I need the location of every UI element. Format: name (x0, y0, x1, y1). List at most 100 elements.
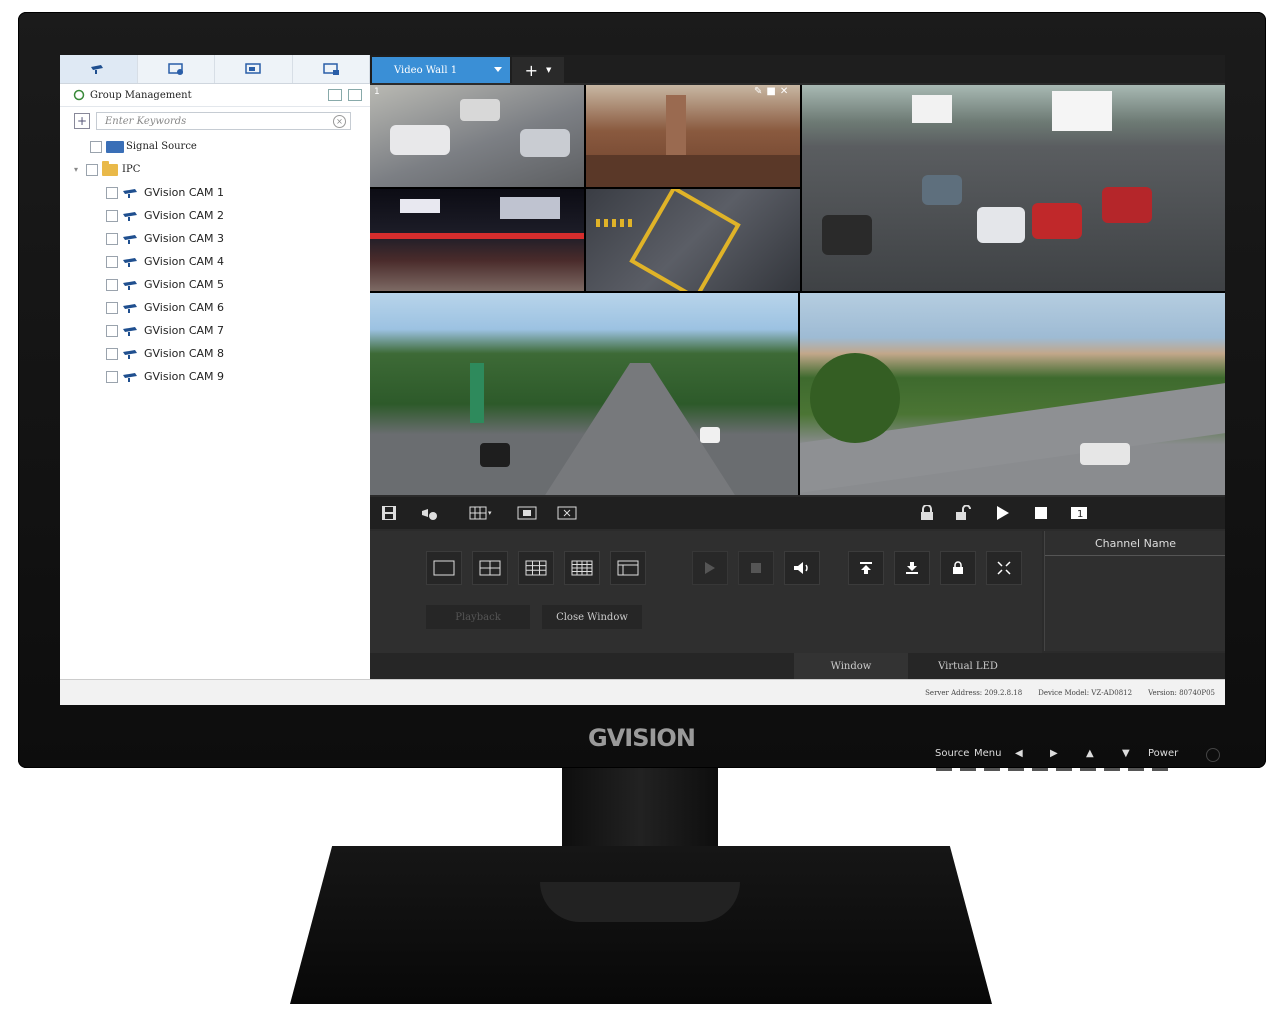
tree-item-camera[interactable]: GVision CAM 3 (60, 227, 370, 250)
power-button[interactable]: Power (1148, 748, 1178, 759)
video-grid[interactable]: 1 ✎ ■ ✕ (370, 85, 1225, 495)
tab-display[interactable] (293, 55, 370, 83)
hw-key (1008, 768, 1024, 771)
checkbox[interactable] (106, 324, 118, 337)
folder-icon (102, 160, 119, 176)
tree-item-camera[interactable]: GVision CAM 2 (60, 204, 370, 227)
layout-3x3-button[interactable] (518, 551, 554, 585)
checkbox[interactable] (106, 347, 118, 360)
tab-camera[interactable] (60, 55, 138, 83)
search-input[interactable]: Enter Keywords × (96, 112, 351, 130)
fit-window-button[interactable] (516, 503, 538, 523)
play-icon (705, 562, 715, 574)
checkbox[interactable] (86, 163, 99, 176)
camera-icon (123, 280, 137, 290)
download-icon (906, 562, 918, 574)
export-icon[interactable] (348, 89, 362, 101)
up-button[interactable]: ▲ (1086, 748, 1094, 759)
tab-video-wall-1[interactable]: Video Wall 1 (372, 57, 510, 83)
camera-icon (123, 234, 137, 244)
video-tile-parking-lot[interactable] (802, 85, 1225, 291)
search-placeholder: Enter Keywords (105, 115, 187, 127)
tree-item-camera[interactable]: GVision CAM 4 (60, 250, 370, 273)
tab-virtual-led[interactable]: Virtual LED (910, 653, 1026, 679)
camera-icon (123, 372, 137, 382)
video-tile-night-road[interactable] (370, 189, 584, 291)
tree-item-camera[interactable]: GVision CAM 5 (60, 273, 370, 296)
close-icon[interactable]: ✕ (780, 86, 788, 97)
clear-window-button[interactable] (556, 503, 578, 523)
tree-item-camera[interactable]: GVision CAM 6 (60, 296, 370, 319)
left-button[interactable]: ◀ (1015, 748, 1023, 759)
tile-controls: ✎ ■ ✕ (754, 86, 788, 97)
checkbox[interactable] (106, 301, 118, 314)
tree-item-ipc[interactable]: ▾ IPC (60, 158, 370, 181)
layout-1x1-button[interactable] (426, 551, 462, 585)
down-button[interactable]: ▼ (1122, 748, 1130, 759)
close-window-icon (557, 506, 577, 520)
move-top-button[interactable] (848, 551, 884, 585)
video-tile-office-road[interactable] (800, 293, 1225, 495)
checkbox[interactable] (106, 278, 118, 291)
unlock-button[interactable] (952, 503, 974, 523)
monitor-base-joint (540, 882, 740, 922)
tree-item-camera[interactable]: GVision CAM 1 (60, 181, 370, 204)
tree-item-camera[interactable]: GVision CAM 9 (60, 365, 370, 388)
camera-label: GVision CAM 8 (144, 347, 225, 360)
checkbox[interactable] (106, 255, 118, 268)
add-group-button[interactable]: + (74, 113, 90, 129)
playback-button[interactable]: Playback (426, 605, 530, 629)
edit-icon[interactable]: ✎ (754, 86, 762, 97)
source-button[interactable]: Source (935, 748, 969, 759)
tab-monitor[interactable] (138, 55, 215, 83)
chevron-down-icon[interactable] (494, 67, 502, 72)
layout-2x2-button[interactable] (472, 551, 508, 585)
clear-search-icon[interactable]: × (333, 115, 346, 128)
right-button[interactable]: ▶ (1050, 748, 1058, 759)
checkbox[interactable] (90, 140, 102, 153)
checkbox[interactable] (106, 232, 118, 245)
layout-custom-button[interactable] (610, 551, 646, 585)
tab-screen[interactable] (215, 55, 293, 83)
screen-icon (245, 63, 261, 74)
collapse-arrow-icon[interactable]: ▾ (74, 165, 78, 174)
close-window-button[interactable]: Close Window (542, 605, 642, 629)
settings-button[interactable] (418, 503, 440, 523)
video-tile-highway[interactable] (370, 293, 798, 495)
channel-name-header: Channel Name (1045, 531, 1225, 556)
video-tile-parking-garage[interactable] (370, 85, 584, 187)
lock-icon[interactable]: ■ (766, 86, 775, 97)
play-button[interactable] (992, 503, 1014, 523)
tree-item-signal-source[interactable]: Signal Source (60, 135, 370, 158)
layout-dropdown-button[interactable]: ▾ (466, 503, 496, 523)
volume-button[interactable] (784, 551, 820, 585)
play-disabled-button[interactable] (692, 551, 728, 585)
stop-button[interactable] (1030, 503, 1052, 523)
tree-item-camera[interactable]: GVision CAM 8 (60, 342, 370, 365)
tab-window[interactable]: Window (794, 653, 908, 679)
svg-text:1: 1 (1077, 509, 1083, 520)
import-icon[interactable] (328, 89, 342, 101)
checkbox[interactable] (106, 209, 118, 222)
lock-button[interactable] (916, 503, 938, 523)
left-tabs (60, 55, 370, 84)
group-management-header: Group Management (60, 84, 370, 107)
lock-window-button[interactable] (940, 551, 976, 585)
add-wall-button[interactable]: + ▼ (512, 57, 564, 83)
tree-item-camera[interactable]: GVision CAM 7 (60, 319, 370, 342)
single-view-icon: 1 (1071, 507, 1087, 520)
menu-button[interactable]: Menu (974, 748, 1001, 759)
refresh-icon[interactable] (72, 89, 86, 101)
checkbox[interactable] (106, 186, 118, 199)
video-tile-bridge[interactable] (586, 85, 800, 187)
display-icon (323, 63, 339, 75)
fullscreen-button[interactable] (986, 551, 1022, 585)
video-tile-intersection[interactable] (586, 189, 800, 291)
hw-key (936, 768, 952, 771)
move-bottom-button[interactable] (894, 551, 930, 585)
checkbox[interactable] (106, 370, 118, 383)
stop-disabled-button[interactable] (738, 551, 774, 585)
save-button[interactable] (378, 503, 400, 523)
single-view-button[interactable]: 1 (1068, 503, 1090, 523)
layout-4x4-button[interactable] (564, 551, 600, 585)
